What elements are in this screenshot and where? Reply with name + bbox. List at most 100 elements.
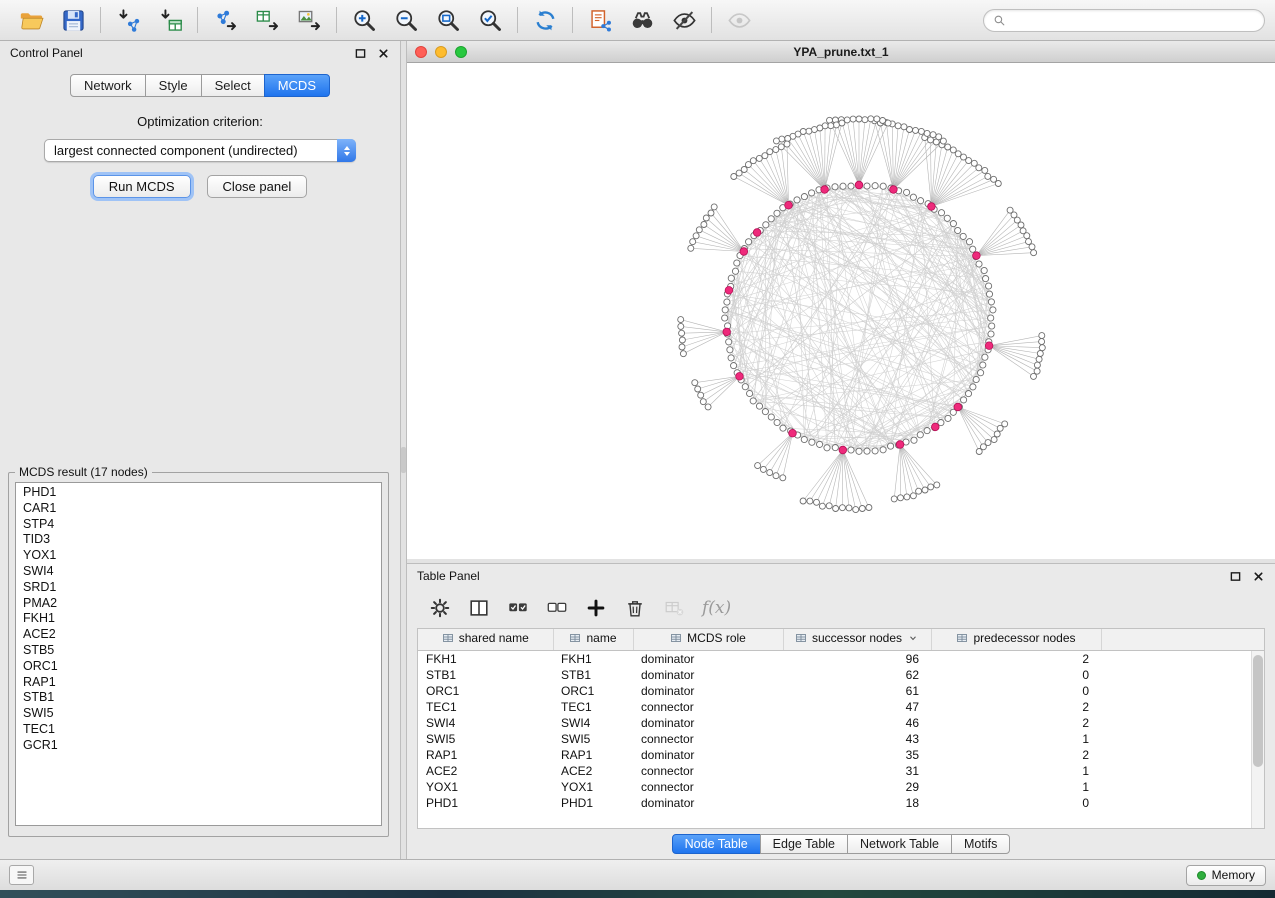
export-network-button[interactable] xyxy=(204,3,246,37)
mcds-result-item[interactable]: STB5 xyxy=(16,643,381,659)
mcds-result-item[interactable]: PHD1 xyxy=(16,485,381,501)
delete-column-icon xyxy=(624,597,646,619)
column-header-successor-nodes[interactable]: successor nodes xyxy=(783,629,931,650)
table-cell: connector xyxy=(633,731,783,747)
column-header-predecessor-nodes[interactable]: predecessor nodes xyxy=(931,629,1101,650)
add-column-button[interactable] xyxy=(579,593,613,623)
share-document-button[interactable] xyxy=(579,3,621,37)
table-scrollbar-thumb[interactable] xyxy=(1253,655,1263,767)
mcds-result-item[interactable]: PMA2 xyxy=(16,596,381,612)
column-header-mcds-role[interactable]: MCDS role xyxy=(633,629,783,650)
tab-network[interactable]: Network xyxy=(70,74,146,97)
zoom-selected-button[interactable] xyxy=(469,3,511,37)
criterion-select[interactable]: largest connected component (undirected) xyxy=(44,139,356,162)
vertical-splitter[interactable] xyxy=(400,41,407,859)
table-cell: PHD1 xyxy=(418,795,553,811)
table-row[interactable]: ACE2ACE2connector311 xyxy=(418,763,1264,779)
optimization-criterion-label: Optimization criterion: xyxy=(0,114,400,129)
list-icon xyxy=(14,868,30,882)
network-canvas[interactable] xyxy=(407,63,1275,559)
mcds-result-item[interactable]: SWI5 xyxy=(16,706,381,722)
column-header-name[interactable]: name xyxy=(553,629,633,650)
mcds-result-item[interactable]: ACE2 xyxy=(16,627,381,643)
refresh-button[interactable] xyxy=(524,3,566,37)
tab-mcds[interactable]: MCDS xyxy=(264,74,330,97)
mcds-result-item[interactable]: SRD1 xyxy=(16,580,381,596)
run-mcds-button[interactable]: Run MCDS xyxy=(93,175,191,198)
import-table-button[interactable] xyxy=(149,3,191,37)
mcds-result-item[interactable]: RAP1 xyxy=(16,675,381,691)
mcds-result-item[interactable]: SWI4 xyxy=(16,564,381,580)
table-row[interactable]: FKH1FKH1dominator962 xyxy=(418,650,1264,667)
table-row[interactable]: TEC1TEC1connector472 xyxy=(418,699,1264,715)
tab-select[interactable]: Select xyxy=(201,74,265,97)
table-row[interactable]: STB1STB1dominator620 xyxy=(418,667,1264,683)
table-cell: 46 xyxy=(783,715,931,731)
table-cell: 2 xyxy=(931,699,1101,715)
open-session-button[interactable] xyxy=(10,3,52,37)
settings-gear-icon xyxy=(429,597,451,619)
select-all-checks-icon xyxy=(507,597,529,619)
table-row[interactable]: SWI4SWI4dominator462 xyxy=(418,715,1264,731)
mcds-result-item[interactable]: ORC1 xyxy=(16,659,381,675)
mcds-result-item[interactable]: TID3 xyxy=(16,532,381,548)
search-input[interactable] xyxy=(1012,13,1255,27)
table-row[interactable]: YOX1YOX1connector291 xyxy=(418,779,1264,795)
table-panel-header: Table Panel xyxy=(407,564,1275,588)
settings-gear-button[interactable] xyxy=(423,593,457,623)
float-panel-button[interactable] xyxy=(353,46,367,60)
table-cell: 96 xyxy=(783,650,931,667)
delete-column-button[interactable] xyxy=(618,593,652,623)
mcds-result-item[interactable]: STB1 xyxy=(16,690,381,706)
tab-motifs[interactable]: Motifs xyxy=(951,834,1010,854)
zoom-fit-button[interactable] xyxy=(427,3,469,37)
tab-network-table[interactable]: Network Table xyxy=(847,834,952,854)
export-table-button[interactable] xyxy=(246,3,288,37)
search-box[interactable] xyxy=(983,9,1265,32)
table-row[interactable]: SWI5SWI5connector431 xyxy=(418,731,1264,747)
tab-style[interactable]: Style xyxy=(145,74,202,97)
table-scrollbar[interactable] xyxy=(1251,651,1264,828)
save-session-button[interactable] xyxy=(52,3,94,37)
node-table-grid: shared namenameMCDS rolesuccessor nodesp… xyxy=(418,629,1264,811)
mcds-result-item[interactable]: GCR1 xyxy=(16,738,381,754)
split-columns-button[interactable] xyxy=(462,593,496,623)
hide-graphics-details-button[interactable] xyxy=(663,3,705,37)
tab-node-table[interactable]: Node Table xyxy=(672,834,761,854)
search-network-button[interactable] xyxy=(621,3,663,37)
select-all-checks-button[interactable] xyxy=(501,593,535,623)
clear-all-checks-button[interactable] xyxy=(540,593,574,623)
chevron-down-icon[interactable] xyxy=(907,632,919,644)
zoom-out-icon xyxy=(393,7,420,34)
node-table: shared namenameMCDS rolesuccessor nodesp… xyxy=(417,628,1265,829)
mcds-result-item[interactable]: YOX1 xyxy=(16,548,381,564)
export-image-button[interactable] xyxy=(288,3,330,37)
window-close-button[interactable] xyxy=(415,46,427,58)
close-control-panel-button[interactable] xyxy=(376,46,390,60)
zoom-in-button[interactable] xyxy=(343,3,385,37)
mcds-result-item[interactable]: TEC1 xyxy=(16,722,381,738)
table-cell: dominator xyxy=(633,715,783,731)
attribute-icon xyxy=(569,632,581,644)
panel-selector-button[interactable] xyxy=(9,865,34,885)
table-row[interactable]: PHD1PHD1dominator180 xyxy=(418,795,1264,811)
window-zoom-button[interactable] xyxy=(455,46,467,58)
table-cell: 1 xyxy=(931,779,1101,795)
table-row[interactable]: ORC1ORC1dominator610 xyxy=(418,683,1264,699)
mcds-result-item[interactable]: CAR1 xyxy=(16,501,381,517)
mcds-result-item[interactable]: STP4 xyxy=(16,517,381,533)
table-row[interactable]: RAP1RAP1dominator352 xyxy=(418,747,1264,763)
close-table-panel-button[interactable] xyxy=(1251,569,1265,583)
toolbar-icon-group xyxy=(10,3,760,37)
mcds-result-list[interactable]: PHD1CAR1STP4TID3YOX1SWI4SRD1PMA2FKH1ACE2… xyxy=(15,482,382,826)
zoom-out-button[interactable] xyxy=(385,3,427,37)
memory-button[interactable]: Memory xyxy=(1186,865,1266,886)
tab-edge-table[interactable]: Edge Table xyxy=(760,834,848,854)
float-table-panel-button[interactable] xyxy=(1228,569,1242,583)
close-mcds-panel-button[interactable]: Close panel xyxy=(207,175,308,198)
window-minimize-button[interactable] xyxy=(435,46,447,58)
splitter-grip[interactable] xyxy=(401,447,406,473)
mcds-result-item[interactable]: FKH1 xyxy=(16,611,381,627)
column-header-shared-name[interactable]: shared name xyxy=(418,629,553,650)
import-network-button[interactable] xyxy=(107,3,149,37)
